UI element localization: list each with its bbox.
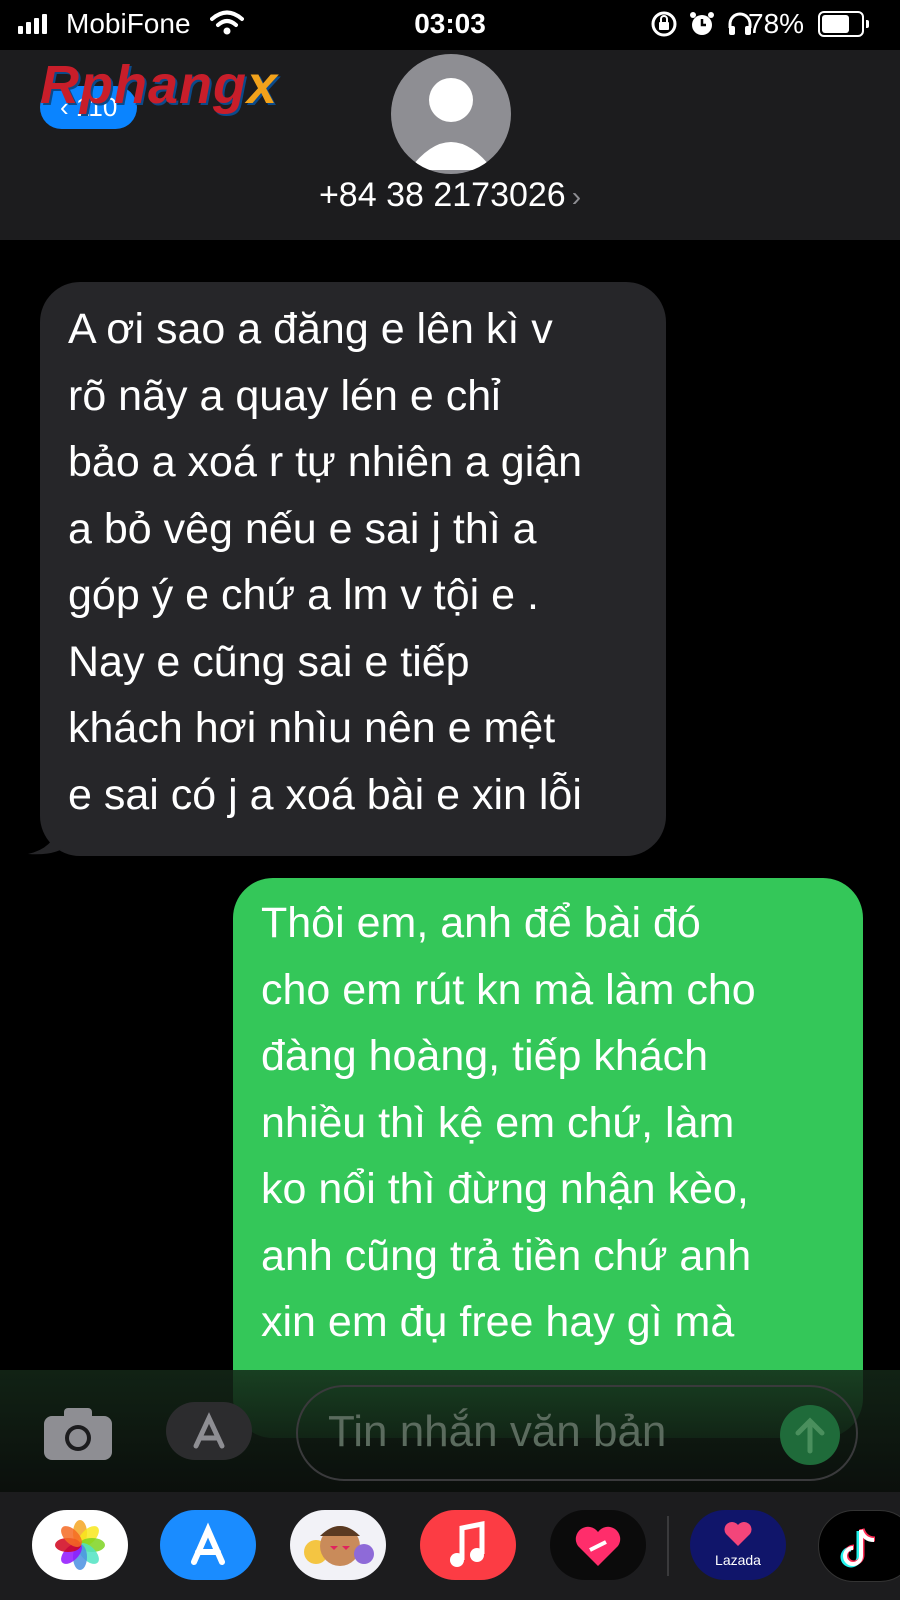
app-store-button[interactable] [166, 1402, 252, 1460]
contact-name[interactable]: +84 38 2173026 › [0, 176, 900, 215]
lazada-label: Lazada [715, 1552, 761, 1568]
chevron-right-icon: › [571, 181, 582, 212]
battery-percentage: 78% [748, 8, 805, 39]
heart-app-icon [575, 1526, 621, 1566]
battery-level-fill [822, 15, 849, 33]
photos-icon [55, 1520, 105, 1570]
arrow-up-icon [795, 1417, 825, 1454]
camera-icon[interactable] [42, 1406, 114, 1462]
person-icon [409, 78, 493, 170]
send-button[interactable] [780, 1405, 840, 1465]
watermark-logo: Rphangx [40, 55, 279, 115]
tiktok-app-button[interactable] [818, 1510, 900, 1582]
incoming-message-bubble[interactable]: A ơi sao a đăng e lên kì v rõ nãy a quay… [40, 282, 666, 856]
contact-avatar[interactable] [391, 54, 511, 174]
message-text: Thôi em, anh để bài đó cho em rút kn mà … [261, 899, 756, 1346]
lazada-app-button[interactable]: Lazada [690, 1510, 786, 1580]
music-app-button[interactable] [420, 1510, 516, 1580]
heart-app-button[interactable] [550, 1510, 646, 1580]
imessage-app-strip: Lazada [0, 1492, 900, 1600]
memoji-app-button[interactable] [290, 1510, 386, 1580]
conversation-header: ‹ 110 Rphangx +84 38 2173026 › [0, 50, 900, 240]
outgoing-message-bubble[interactable]: Thôi em, anh để bài đó cho em rút kn mà … [233, 878, 863, 1438]
message-input-bar: Tin nhắn văn bản [0, 1370, 900, 1492]
photos-app-button[interactable] [32, 1510, 128, 1580]
message-text-field[interactable]: Tin nhắn văn bản [296, 1385, 858, 1481]
app-store-app-button[interactable] [160, 1510, 256, 1580]
music-icon [450, 1520, 485, 1567]
contact-number: +84 38 2173026 [318, 176, 566, 214]
memoji-icon [304, 1526, 374, 1566]
status-bar: MobiFone 03:03 78% [0, 0, 900, 50]
tiktok-icon [840, 1528, 876, 1568]
alarm-icon [690, 12, 714, 35]
bubble-tail [28, 826, 68, 855]
orientation-lock-icon [651, 11, 677, 37]
lazada-icon [724, 1522, 752, 1546]
message-text: A ơi sao a đăng e lên kì v rõ nãy a quay… [68, 305, 583, 819]
battery-icon [818, 11, 869, 37]
app-store-icon [193, 1412, 225, 1449]
placeholder-text: Tin nhắn văn bản [328, 1407, 667, 1456]
app-store-icon [191, 1522, 225, 1565]
app-strip-divider [667, 1516, 669, 1576]
